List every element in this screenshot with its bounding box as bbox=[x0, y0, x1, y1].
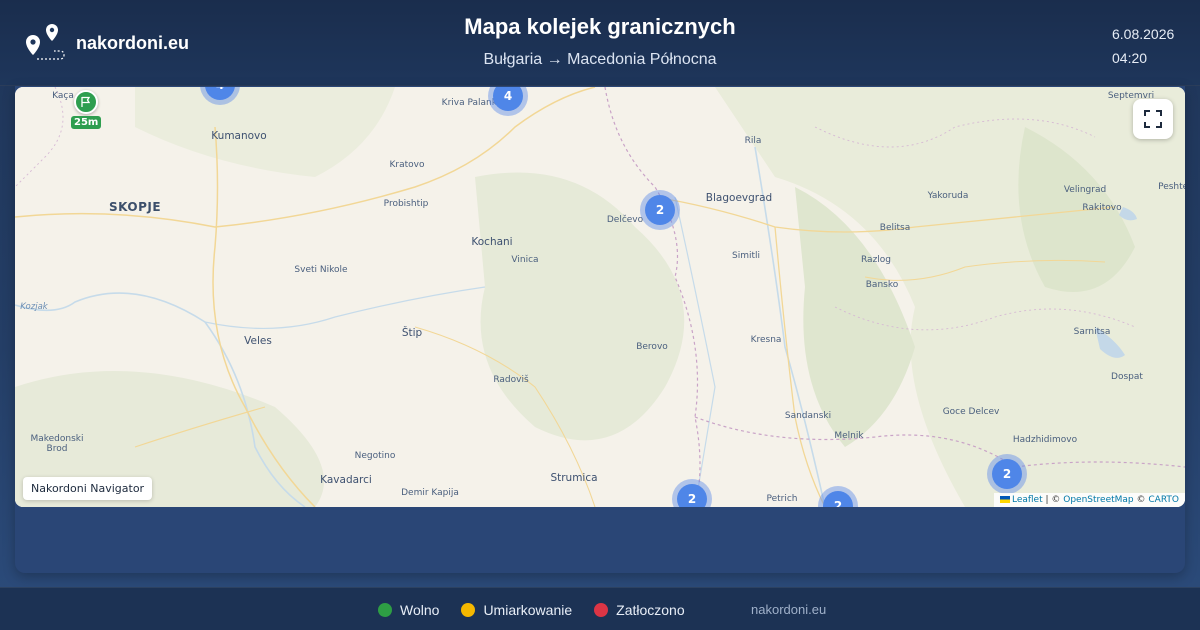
date-text: 6.08.2026 bbox=[1112, 26, 1175, 42]
place-label: Kresna bbox=[750, 335, 782, 345]
legend-item-moderate: Umiarkowanie bbox=[461, 602, 572, 618]
fullscreen-button[interactable] bbox=[1133, 99, 1173, 139]
place-label: Yakoruda bbox=[927, 191, 969, 201]
place-label: Rila bbox=[744, 136, 762, 146]
place-label: Kavadarci bbox=[320, 474, 372, 486]
fullscreen-icon bbox=[1144, 110, 1162, 128]
map-view[interactable]: Kaça Kumanovo Kriva Palanka Septemvri Rila Kr… bbox=[15, 87, 1185, 507]
place-label: Simitli bbox=[731, 251, 761, 261]
datetime: 6.08.2026 04:20 bbox=[1112, 22, 1174, 70]
header: nakordoni.eu Mapa kolejek granicznych Bu… bbox=[0, 0, 1200, 86]
place-label: Belitsa bbox=[879, 223, 911, 233]
map-base-tiles bbox=[15, 87, 1185, 507]
map-attribution: Leaflet | © OpenStreetMap © CARTO bbox=[993, 493, 1185, 507]
map-pins-logo-icon bbox=[26, 24, 65, 60]
cluster-count: 2 bbox=[992, 459, 1022, 489]
place-label: Negotino bbox=[354, 451, 396, 461]
place-label: Probishtip bbox=[383, 199, 429, 209]
openstreetmap-link[interactable]: OpenStreetMap bbox=[1063, 495, 1133, 505]
place-label: Rakitovo bbox=[1082, 203, 1122, 213]
place-label: Peshter bbox=[1158, 182, 1185, 192]
attribution-sep-1: | © bbox=[1042, 495, 1064, 505]
attribution-sep-2: © bbox=[1133, 495, 1149, 505]
place-label: Kochani bbox=[471, 236, 513, 248]
brand[interactable]: nakordoni.eu bbox=[24, 22, 189, 64]
place-label: Strumica bbox=[550, 472, 598, 484]
place-label: Razlog bbox=[860, 255, 892, 265]
place-label: Hadzhidimovo bbox=[1012, 435, 1078, 445]
footer: Wolno Umiarkowanie Zatłoczono nakordoni.… bbox=[0, 587, 1200, 630]
place-label: Radoviš bbox=[493, 375, 529, 385]
legend-label: Umiarkowanie bbox=[483, 602, 573, 618]
place-label: Brod bbox=[46, 444, 68, 454]
carto-link[interactable]: CARTO bbox=[1148, 495, 1179, 505]
place-label: Sandanski bbox=[784, 411, 832, 421]
wait-time-badge: 25m bbox=[71, 116, 101, 129]
status-dot-icon bbox=[594, 603, 609, 617]
place-label: Velingrad bbox=[1063, 185, 1107, 195]
cluster-count: 4 bbox=[205, 87, 235, 100]
place-label: Melnik bbox=[834, 431, 864, 441]
place-label: Kozjak bbox=[20, 302, 48, 312]
status-dot-icon bbox=[378, 603, 392, 617]
time-text: 04:20 bbox=[1112, 50, 1148, 66]
cluster-count: 2 bbox=[645, 195, 675, 225]
navigator-label: Nakordoni Navigator bbox=[23, 477, 153, 500]
footer-site[interactable]: nakordoni.eu bbox=[751, 602, 826, 617]
place-label: Kumanovo bbox=[211, 130, 267, 142]
legend-label: Wolno bbox=[400, 602, 440, 618]
leaflet-link[interactable]: Leaflet bbox=[1012, 495, 1043, 505]
place-label: Sarnitsa bbox=[1073, 327, 1111, 337]
brand-name: nakordoni.eu bbox=[76, 32, 190, 53]
place-label: Veles bbox=[244, 335, 272, 347]
legend: Wolno Umiarkowanie Zatłoczono bbox=[378, 602, 707, 618]
legend-item-congested: Zatłoczono bbox=[594, 602, 685, 618]
page-title: Mapa kolejek granicznych bbox=[464, 14, 736, 39]
place-label: Vinica bbox=[511, 255, 539, 265]
place-label: Bansko bbox=[865, 280, 899, 290]
place-label: SKOPJE bbox=[108, 200, 162, 214]
place-label: Demir Kapija bbox=[401, 488, 459, 498]
legend-item-free: Wolno bbox=[378, 602, 439, 618]
cluster-marker[interactable]: 2 bbox=[987, 454, 1027, 494]
flag-icon bbox=[74, 90, 98, 114]
place-label: Petrich bbox=[766, 494, 798, 504]
ukraine-flag-icon bbox=[999, 496, 1010, 503]
cluster-count: 4 bbox=[493, 87, 523, 111]
place-label: Dospat bbox=[1111, 372, 1143, 382]
status-dot-icon bbox=[461, 603, 476, 617]
place-label: Goce Delcev bbox=[942, 407, 1000, 417]
route-subtitle: Bułgaria → Macedonia Północna bbox=[483, 51, 717, 68]
cluster-marker[interactable]: 2 bbox=[640, 190, 680, 230]
place-label: Kratovo bbox=[389, 160, 425, 170]
cluster-count: 2 bbox=[823, 491, 853, 507]
border-crossing-marker[interactable]: 25m bbox=[71, 90, 101, 129]
cluster-count: 2 bbox=[677, 484, 707, 507]
place-label: Štip bbox=[401, 327, 423, 339]
title-block: Mapa kolejek granicznych Bułgaria → Mace… bbox=[350, 14, 850, 69]
place-label: Delčevo bbox=[606, 215, 644, 225]
place-label: Makedonski bbox=[30, 434, 84, 444]
place-label: Sveti Nikole bbox=[294, 265, 348, 275]
legend-label: Zatłoczono bbox=[616, 602, 685, 618]
place-label: Blagoevgrad bbox=[705, 192, 773, 204]
place-label: Berovo bbox=[636, 342, 668, 352]
